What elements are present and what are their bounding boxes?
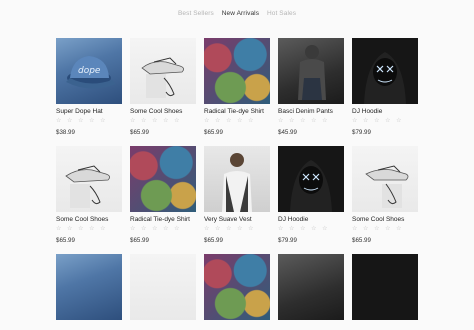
tab-new-arrivals[interactable]: New Arrivals bbox=[222, 10, 259, 17]
product-image-shoes[interactable] bbox=[56, 146, 122, 212]
product-image-hoodie[interactable] bbox=[278, 146, 344, 212]
product-card[interactable]: DJ Hoodie ☆ ☆ ☆ ☆ ☆ $79.99 bbox=[278, 146, 344, 244]
rating-stars: ☆ ☆ ☆ ☆ ☆ bbox=[352, 118, 404, 124]
product-grid: dope Super Dope Hat ☆ ☆ ☆ ☆ ☆ $38.99 Som… bbox=[56, 38, 426, 330]
product-card[interactable]: Radical Tie-dye Shirt ☆ ☆ ☆ ☆ ☆ $65.99 bbox=[130, 146, 196, 244]
product-name[interactable]: DJ Hoodie bbox=[352, 108, 418, 115]
tab-best-sellers[interactable]: Best Sellers bbox=[178, 10, 214, 17]
product-name[interactable]: Super Dope Hat bbox=[56, 108, 122, 115]
product-card-partial[interactable] bbox=[352, 254, 418, 320]
rating-stars: ☆ ☆ ☆ ☆ ☆ bbox=[130, 118, 182, 124]
product-price: $79.99 bbox=[278, 237, 297, 244]
product-card-partial[interactable] bbox=[130, 254, 196, 320]
product-card[interactable]: DJ Hoodie ☆ ☆ ☆ ☆ ☆ $79.99 bbox=[352, 38, 418, 136]
rating-stars: ☆ ☆ ☆ ☆ ☆ bbox=[352, 226, 404, 232]
product-row bbox=[56, 254, 426, 320]
tab-hot-sales[interactable]: Hot Sales bbox=[267, 10, 296, 17]
product-image-hoodie[interactable] bbox=[352, 38, 418, 104]
product-price: $79.99 bbox=[352, 129, 371, 136]
product-card-partial[interactable] bbox=[204, 254, 270, 320]
product-price: $65.99 bbox=[204, 129, 223, 136]
rating-stars: ☆ ☆ ☆ ☆ ☆ bbox=[204, 226, 256, 232]
rating-stars: ☆ ☆ ☆ ☆ ☆ bbox=[204, 118, 256, 124]
product-image-shoes[interactable] bbox=[352, 146, 418, 212]
product-card[interactable]: Basci Denim Pants ☆ ☆ ☆ ☆ ☆ $45.99 bbox=[278, 38, 344, 136]
product-card[interactable]: dope Super Dope Hat ☆ ☆ ☆ ☆ ☆ $38.99 bbox=[56, 38, 122, 136]
product-card-partial[interactable] bbox=[278, 254, 344, 320]
product-image-hoodie[interactable] bbox=[352, 254, 418, 320]
product-name[interactable]: Very Suave Vest bbox=[204, 216, 270, 223]
product-name[interactable]: Radical Tie-dye Shirt bbox=[204, 108, 270, 115]
product-image-hat[interactable] bbox=[56, 254, 122, 320]
product-price: $38.99 bbox=[56, 129, 75, 136]
product-image-shoes[interactable] bbox=[130, 254, 196, 320]
product-name[interactable]: DJ Hoodie bbox=[278, 216, 344, 223]
product-price: $65.99 bbox=[130, 129, 149, 136]
product-image-shoes[interactable] bbox=[130, 38, 196, 104]
product-card-partial[interactable] bbox=[56, 254, 122, 320]
product-image-denim[interactable] bbox=[278, 38, 344, 104]
product-price: $65.99 bbox=[352, 237, 371, 244]
rating-stars: ☆ ☆ ☆ ☆ ☆ bbox=[56, 226, 108, 232]
product-card[interactable]: Some Cool Shoes ☆ ☆ ☆ ☆ ☆ $65.99 bbox=[56, 146, 122, 244]
product-card[interactable]: Some Cool Shoes ☆ ☆ ☆ ☆ ☆ $65.99 bbox=[130, 38, 196, 136]
product-row: Some Cool Shoes ☆ ☆ ☆ ☆ ☆ $65.99 Radical… bbox=[56, 146, 426, 244]
product-price: $65.99 bbox=[130, 237, 149, 244]
product-image-vest[interactable] bbox=[204, 146, 270, 212]
product-image-denim[interactable] bbox=[278, 254, 344, 320]
svg-text:dope: dope bbox=[78, 66, 101, 76]
product-name[interactable]: Basci Denim Pants bbox=[278, 108, 344, 115]
rating-stars: ☆ ☆ ☆ ☆ ☆ bbox=[278, 226, 330, 232]
product-name[interactable]: Some Cool Shoes bbox=[56, 216, 122, 223]
rating-stars: ☆ ☆ ☆ ☆ ☆ bbox=[56, 118, 108, 124]
product-price: $65.99 bbox=[204, 237, 223, 244]
product-price: $45.99 bbox=[278, 129, 297, 136]
product-card[interactable]: Radical Tie-dye Shirt ☆ ☆ ☆ ☆ ☆ $65.99 bbox=[204, 38, 270, 136]
product-row: dope Super Dope Hat ☆ ☆ ☆ ☆ ☆ $38.99 Som… bbox=[56, 38, 426, 136]
product-image-tiedye[interactable] bbox=[130, 146, 196, 212]
rating-stars: ☆ ☆ ☆ ☆ ☆ bbox=[278, 118, 330, 124]
product-name[interactable]: Radical Tie-dye Shirt bbox=[130, 216, 196, 223]
category-tabs: Best Sellers New Arrivals Hot Sales bbox=[0, 10, 474, 17]
product-name[interactable]: Some Cool Shoes bbox=[352, 216, 418, 223]
product-name[interactable]: Some Cool Shoes bbox=[130, 108, 196, 115]
product-image-tiedye[interactable] bbox=[204, 254, 270, 320]
product-price: $65.99 bbox=[56, 237, 75, 244]
product-image-hat[interactable]: dope bbox=[56, 38, 122, 104]
rating-stars: ☆ ☆ ☆ ☆ ☆ bbox=[130, 226, 182, 232]
product-card[interactable]: Some Cool Shoes ☆ ☆ ☆ ☆ ☆ $65.99 bbox=[352, 146, 418, 244]
product-image-tiedye[interactable] bbox=[204, 38, 270, 104]
product-card[interactable]: Very Suave Vest ☆ ☆ ☆ ☆ ☆ $65.99 bbox=[204, 146, 270, 244]
